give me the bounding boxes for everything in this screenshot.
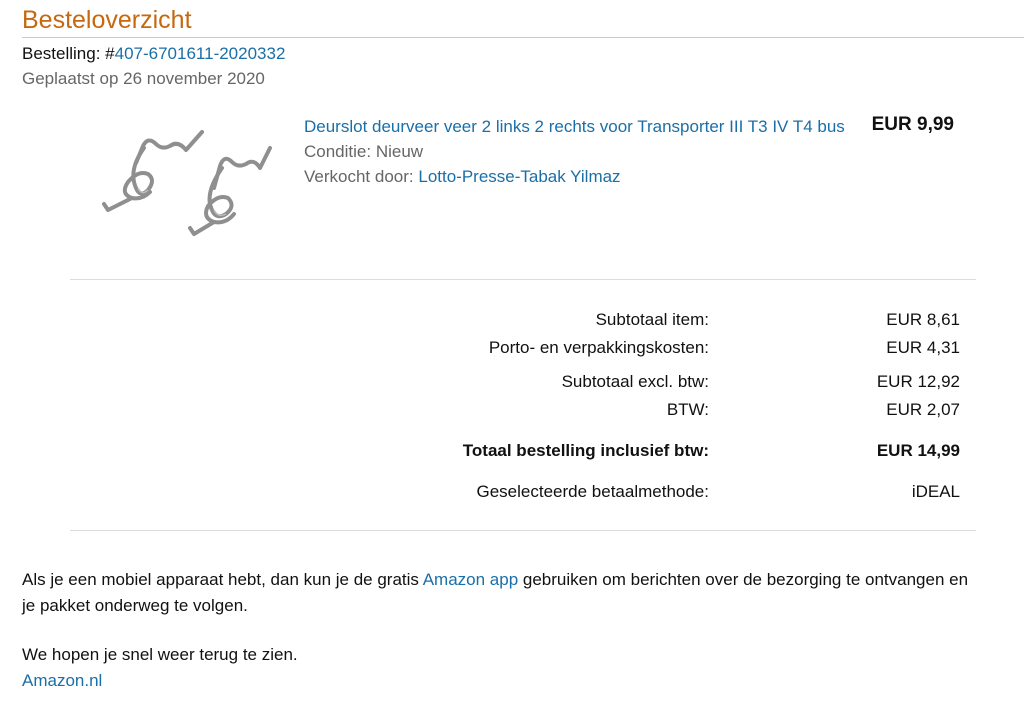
product-price: EUR 9,99 — [871, 114, 954, 135]
header-divider — [22, 37, 1024, 38]
summary-label: Porto- en verpakkingskosten: — [488, 338, 709, 357]
order-number-link[interactable]: 407-6701611-2020332 — [115, 44, 286, 63]
summary-row-shipping: Porto- en verpakkingskosten: EUR 4,31 — [0, 338, 1024, 362]
summary-value: EUR 8,61 — [886, 310, 960, 329]
summary-label: BTW: — [666, 400, 709, 419]
summary-value: EUR 14,99 — [876, 441, 960, 460]
order-number-line: Bestelling: #407-6701611-2020332 — [22, 44, 285, 64]
summary-label: Subtotaal item: — [595, 310, 709, 329]
condition-label: Conditie: — [304, 142, 372, 161]
product-info: Deurslot deurveer veer 2 links 2 rechts … — [304, 114, 849, 189]
summary-bottom-divider — [70, 530, 976, 531]
seller-link[interactable]: Lotto-Presse-Tabak Yilmaz — [418, 167, 620, 186]
summary-top-divider — [70, 279, 976, 280]
order-number-label: Bestelling: # — [22, 44, 115, 63]
mobile-text-before: Als je een mobiel apparaat hebt, dan kun… — [22, 570, 423, 589]
summary-value: EUR 4,31 — [886, 338, 960, 357]
condition-value: Nieuw — [375, 142, 424, 161]
product-condition: Conditie: Nieuw — [304, 139, 849, 164]
spring-image-icon — [102, 130, 272, 236]
amazon-nl-link[interactable]: Amazon.nl — [22, 671, 102, 690]
summary-label: Subtotaal excl. btw: — [561, 372, 709, 391]
summary-label: Geselecteerde betaalmethode: — [476, 482, 710, 501]
product-image[interactable] — [98, 118, 278, 263]
summary-value: EUR 2,07 — [886, 400, 960, 419]
mobile-app-notice: Als je een mobiel apparaat hebt, dan kun… — [22, 567, 982, 619]
product-title-link[interactable]: Deurslot deurveer veer 2 links 2 rechts … — [304, 117, 845, 136]
summary-row-subtotal-excl-vat: Subtotaal excl. btw: EUR 12,92 — [0, 372, 1024, 396]
summary-row-vat: BTW: EUR 2,07 — [0, 400, 1024, 424]
closing-text: We hopen je snel weer terug te zien. — [22, 645, 298, 664]
summary-row-subtotal: Subtotaal item: EUR 8,61 — [0, 310, 1024, 334]
order-placed-date: Geplaatst op 26 november 2020 — [22, 69, 265, 88]
signature: Amazon.nl — [22, 668, 982, 694]
summary-row-payment-method: Geselecteerde betaalmethode: iDEAL — [0, 482, 1024, 506]
summary-label: Totaal bestelling inclusief btw: — [462, 441, 709, 460]
page-title: Besteloverzicht — [22, 6, 192, 34]
product-seller: Verkocht door: Lotto-Presse-Tabak Yilmaz — [304, 164, 849, 189]
summary-row-total: Totaal bestelling inclusief btw: EUR 14,… — [0, 441, 1024, 465]
summary-value: EUR 12,92 — [876, 372, 960, 391]
summary-value: iDEAL — [911, 482, 960, 501]
amazon-app-link[interactable]: Amazon app — [423, 570, 518, 589]
seller-label: Verkocht door: — [304, 167, 414, 186]
